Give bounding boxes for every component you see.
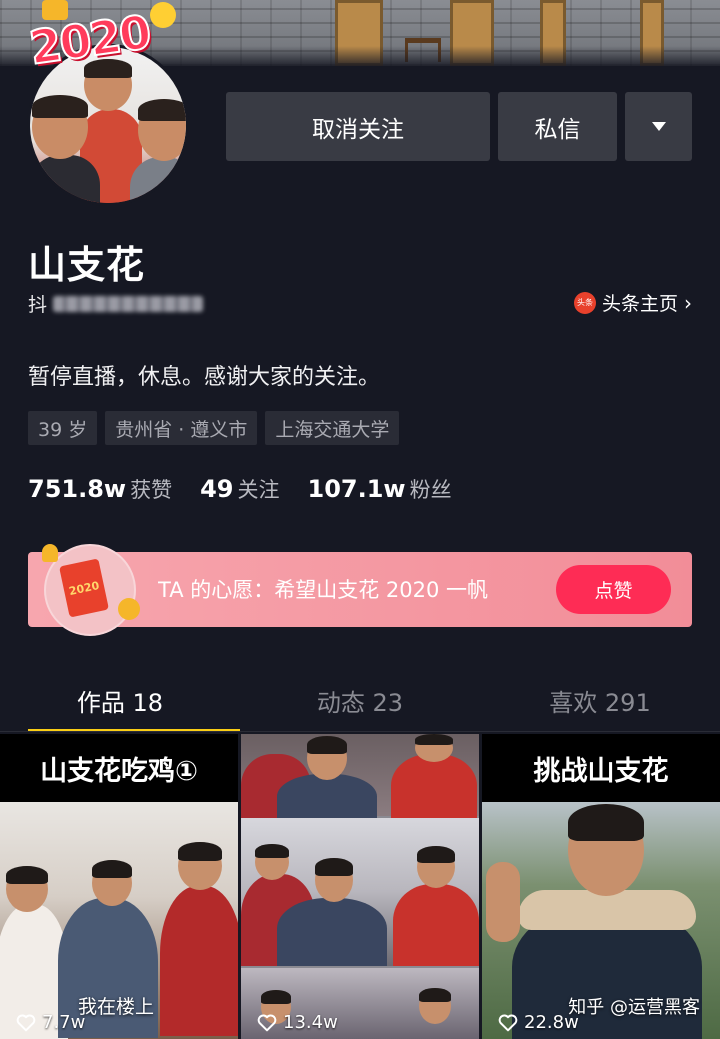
video-likes: 7.7w [16, 1012, 85, 1033]
emoji-icon [150, 2, 176, 28]
toutiao-homepage-link[interactable]: 头条 头条主页 › [573, 289, 692, 316]
douyin-id: 抖 [28, 290, 204, 317]
stat-following-label: 关注 [237, 478, 280, 502]
stat-likes-label: 获赞 [130, 478, 173, 502]
wish-text: TA 的心愿：希望山支花 2020 一帆 [158, 578, 489, 602]
tab-works[interactable]: 作品 18 [0, 670, 240, 732]
stat-followers-label: 粉丝 [409, 478, 452, 502]
toutiao-link-label: 头条主页 [601, 293, 678, 315]
coin-icon [118, 598, 140, 620]
tag-school: 上海交通大学 [265, 411, 400, 445]
toutiao-logo-icon: 头条 [573, 291, 596, 314]
profile-name: 山支花 [28, 243, 146, 287]
video-subtitle: 我在楼上 [78, 996, 155, 1018]
chevron-right-icon: › [684, 290, 692, 315]
douyin-id-prefix: 抖 [28, 294, 48, 316]
video-thumbnail[interactable]: 13.4w [241, 734, 479, 1039]
stat-followers[interactable]: 107.1w 粉丝 [308, 474, 452, 504]
tab-activity[interactable]: 动态 23 [240, 670, 480, 732]
heart-icon [16, 1014, 36, 1031]
video-likes-count: 7.7w [42, 1012, 86, 1033]
video-caption: 挑战山支花 [482, 734, 720, 802]
heart-icon [498, 1014, 518, 1031]
unfollow-button[interactable]: 取消关注 [226, 92, 490, 161]
tag-location: 贵州省 · 遵义市 [105, 411, 258, 445]
video-likes: 22.8w [498, 1012, 579, 1033]
video-thumbnail[interactable]: 山支花吃鸡① 我在楼上 7.7w [0, 734, 238, 1039]
video-likes: 13.4w [257, 1012, 338, 1033]
tag-age: 39 岁 [28, 411, 98, 445]
message-button[interactable]: 私信 [498, 92, 617, 161]
profile-tabs: 作品 18 动态 23 喜欢 291 [0, 670, 720, 732]
heart-icon [257, 1014, 277, 1031]
profile-stats: 751.8w 获赞 49 关注 107.1w 粉丝 [28, 474, 452, 504]
wish-like-button[interactable]: 点赞 [556, 565, 671, 614]
douyin-id-blurred [53, 295, 204, 312]
video-likes-count: 13.4w [283, 1012, 338, 1033]
triangle-down-icon [651, 122, 666, 131]
zhihu-watermark: 知乎 @运营黑客 [568, 997, 700, 1018]
tab-divider [0, 731, 720, 732]
stat-likes[interactable]: 751.8w 获赞 [28, 474, 172, 504]
profile-tags: 39 岁 贵州省 · 遵义市 上海交通大学 [28, 411, 400, 445]
stat-following-value: 49 [200, 475, 234, 503]
stat-likes-value: 751.8w [28, 475, 127, 503]
stat-following[interactable]: 49 关注 [200, 474, 279, 504]
stat-followers-value: 107.1w [307, 475, 406, 503]
video-caption: 山支花吃鸡① [0, 734, 238, 802]
bell-icon [42, 544, 58, 562]
tab-liked[interactable]: 喜欢 291 [480, 670, 720, 732]
gift-icon [42, 0, 68, 20]
more-button[interactable] [625, 92, 692, 161]
profile-bio: 暂停直播，休息。感谢大家的关注。 [28, 365, 381, 390]
wish-envelope-icon: 2020 [42, 540, 140, 636]
